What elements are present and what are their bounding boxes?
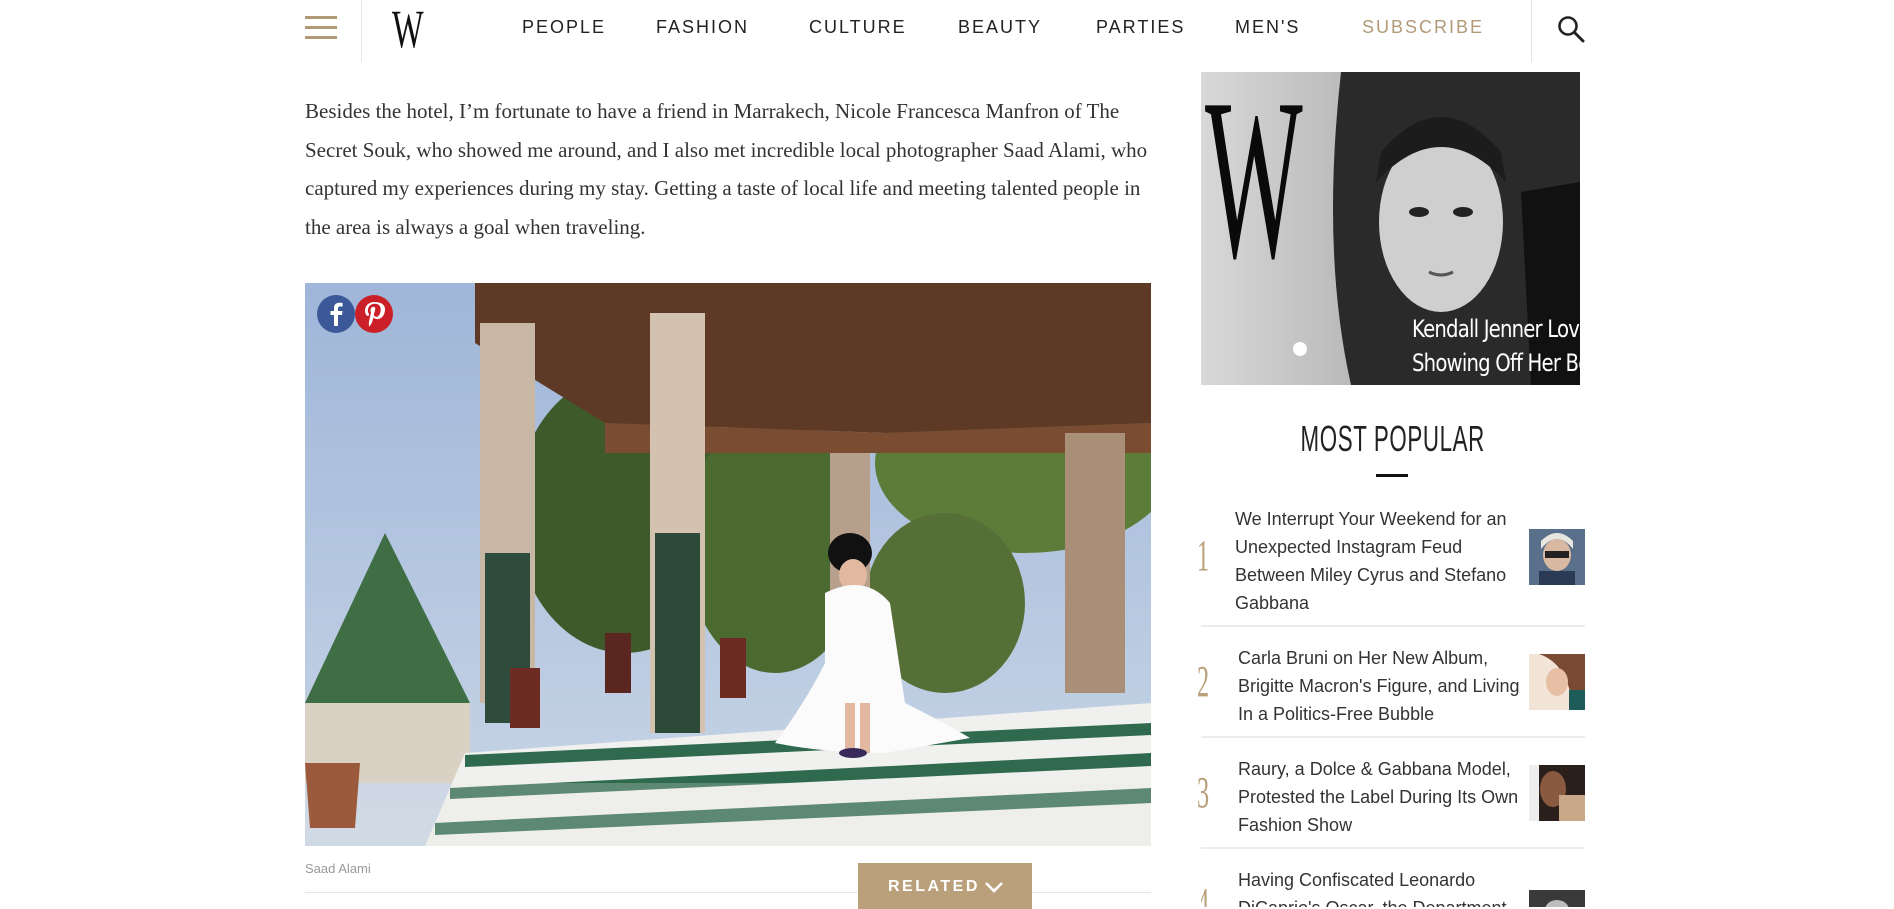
divider xyxy=(1201,736,1585,738)
article-photo xyxy=(305,283,1151,846)
popular-item-title[interactable]: Carla Bruni on Her New Album, Brigitte M… xyxy=(1238,644,1528,728)
nav-item-beauty[interactable]: BEAUTY xyxy=(958,17,1042,38)
popular-item-title[interactable]: We Interrupt Your Weekend for an Unexpec… xyxy=(1235,505,1525,617)
nav-item-people[interactable]: PEOPLE xyxy=(522,17,606,38)
popular-item-title[interactable]: Having Confiscated Leonardo DiCaprio's O… xyxy=(1238,866,1528,907)
nav-item-fashion[interactable]: FASHION xyxy=(656,17,749,38)
top-navigation-bar: W PEOPLE FASHION CULTURE BEAUTY PARTIES … xyxy=(0,0,1894,62)
title-underline xyxy=(1376,474,1408,477)
nav-item-culture[interactable]: CULTURE xyxy=(809,17,907,38)
popular-item-2[interactable]: 2 Carla Bruni on Her New Album, Brigitte… xyxy=(1197,644,1585,738)
thumbnail-image[interactable] xyxy=(1529,765,1585,821)
rank-number: 1 xyxy=(1197,531,1210,580)
popular-item-1[interactable]: 1 We Interrupt Your Weekend for an Unexp… xyxy=(1197,505,1585,627)
divider xyxy=(1201,847,1585,849)
rank-number: 4 xyxy=(1201,878,1209,907)
chevron-down-icon xyxy=(985,882,1003,893)
rank-number: 2 xyxy=(1197,657,1210,706)
facebook-share-icon[interactable] xyxy=(317,295,355,333)
photo-caption: Saad Alami xyxy=(305,861,371,876)
most-popular-title: MOST POPULAR xyxy=(1300,418,1485,459)
search-icon[interactable] xyxy=(1556,14,1586,44)
nav-divider xyxy=(361,0,362,62)
article-paragraph: Besides the hotel, I’m fortunate to have… xyxy=(305,99,1148,239)
nav-divider xyxy=(1531,0,1532,62)
popular-item-title[interactable]: Raury, a Dolce & Gabbana Model, Proteste… xyxy=(1238,755,1528,839)
thumbnail-image[interactable] xyxy=(1529,890,1585,907)
rank-number: 3 xyxy=(1197,768,1210,817)
thumbnail-image[interactable] xyxy=(1529,654,1585,710)
pinterest-share-icon[interactable] xyxy=(355,295,393,333)
divider xyxy=(1201,625,1585,627)
ad-dot xyxy=(1293,342,1307,356)
thumbnail-image[interactable] xyxy=(1529,529,1585,585)
popular-item-3[interactable]: 3 Raury, a Dolce & Gabbana Model, Protes… xyxy=(1197,755,1585,849)
hamburger-menu-icon[interactable] xyxy=(305,14,337,40)
site-logo[interactable]: W xyxy=(392,0,424,58)
related-label: RELATED xyxy=(888,878,980,895)
subscribe-link[interactable]: SUBSCRIBE xyxy=(1362,17,1484,38)
ad-logo: W xyxy=(1205,72,1303,306)
popular-item-4[interactable]: 4 Having Confiscated Leonardo DiCaprio's… xyxy=(1201,866,1585,907)
nav-item-mens[interactable]: MEN'S xyxy=(1235,17,1300,38)
ad-headline: Kendall Jenner Loves Showing Off Her Bod… xyxy=(1412,315,1580,377)
related-button[interactable]: RELATED xyxy=(858,863,1032,909)
sidebar-ad[interactable]: W Kendall Jenner Loves Showing Off Her B… xyxy=(1201,72,1580,385)
nav-item-parties[interactable]: PARTIES xyxy=(1096,17,1185,38)
